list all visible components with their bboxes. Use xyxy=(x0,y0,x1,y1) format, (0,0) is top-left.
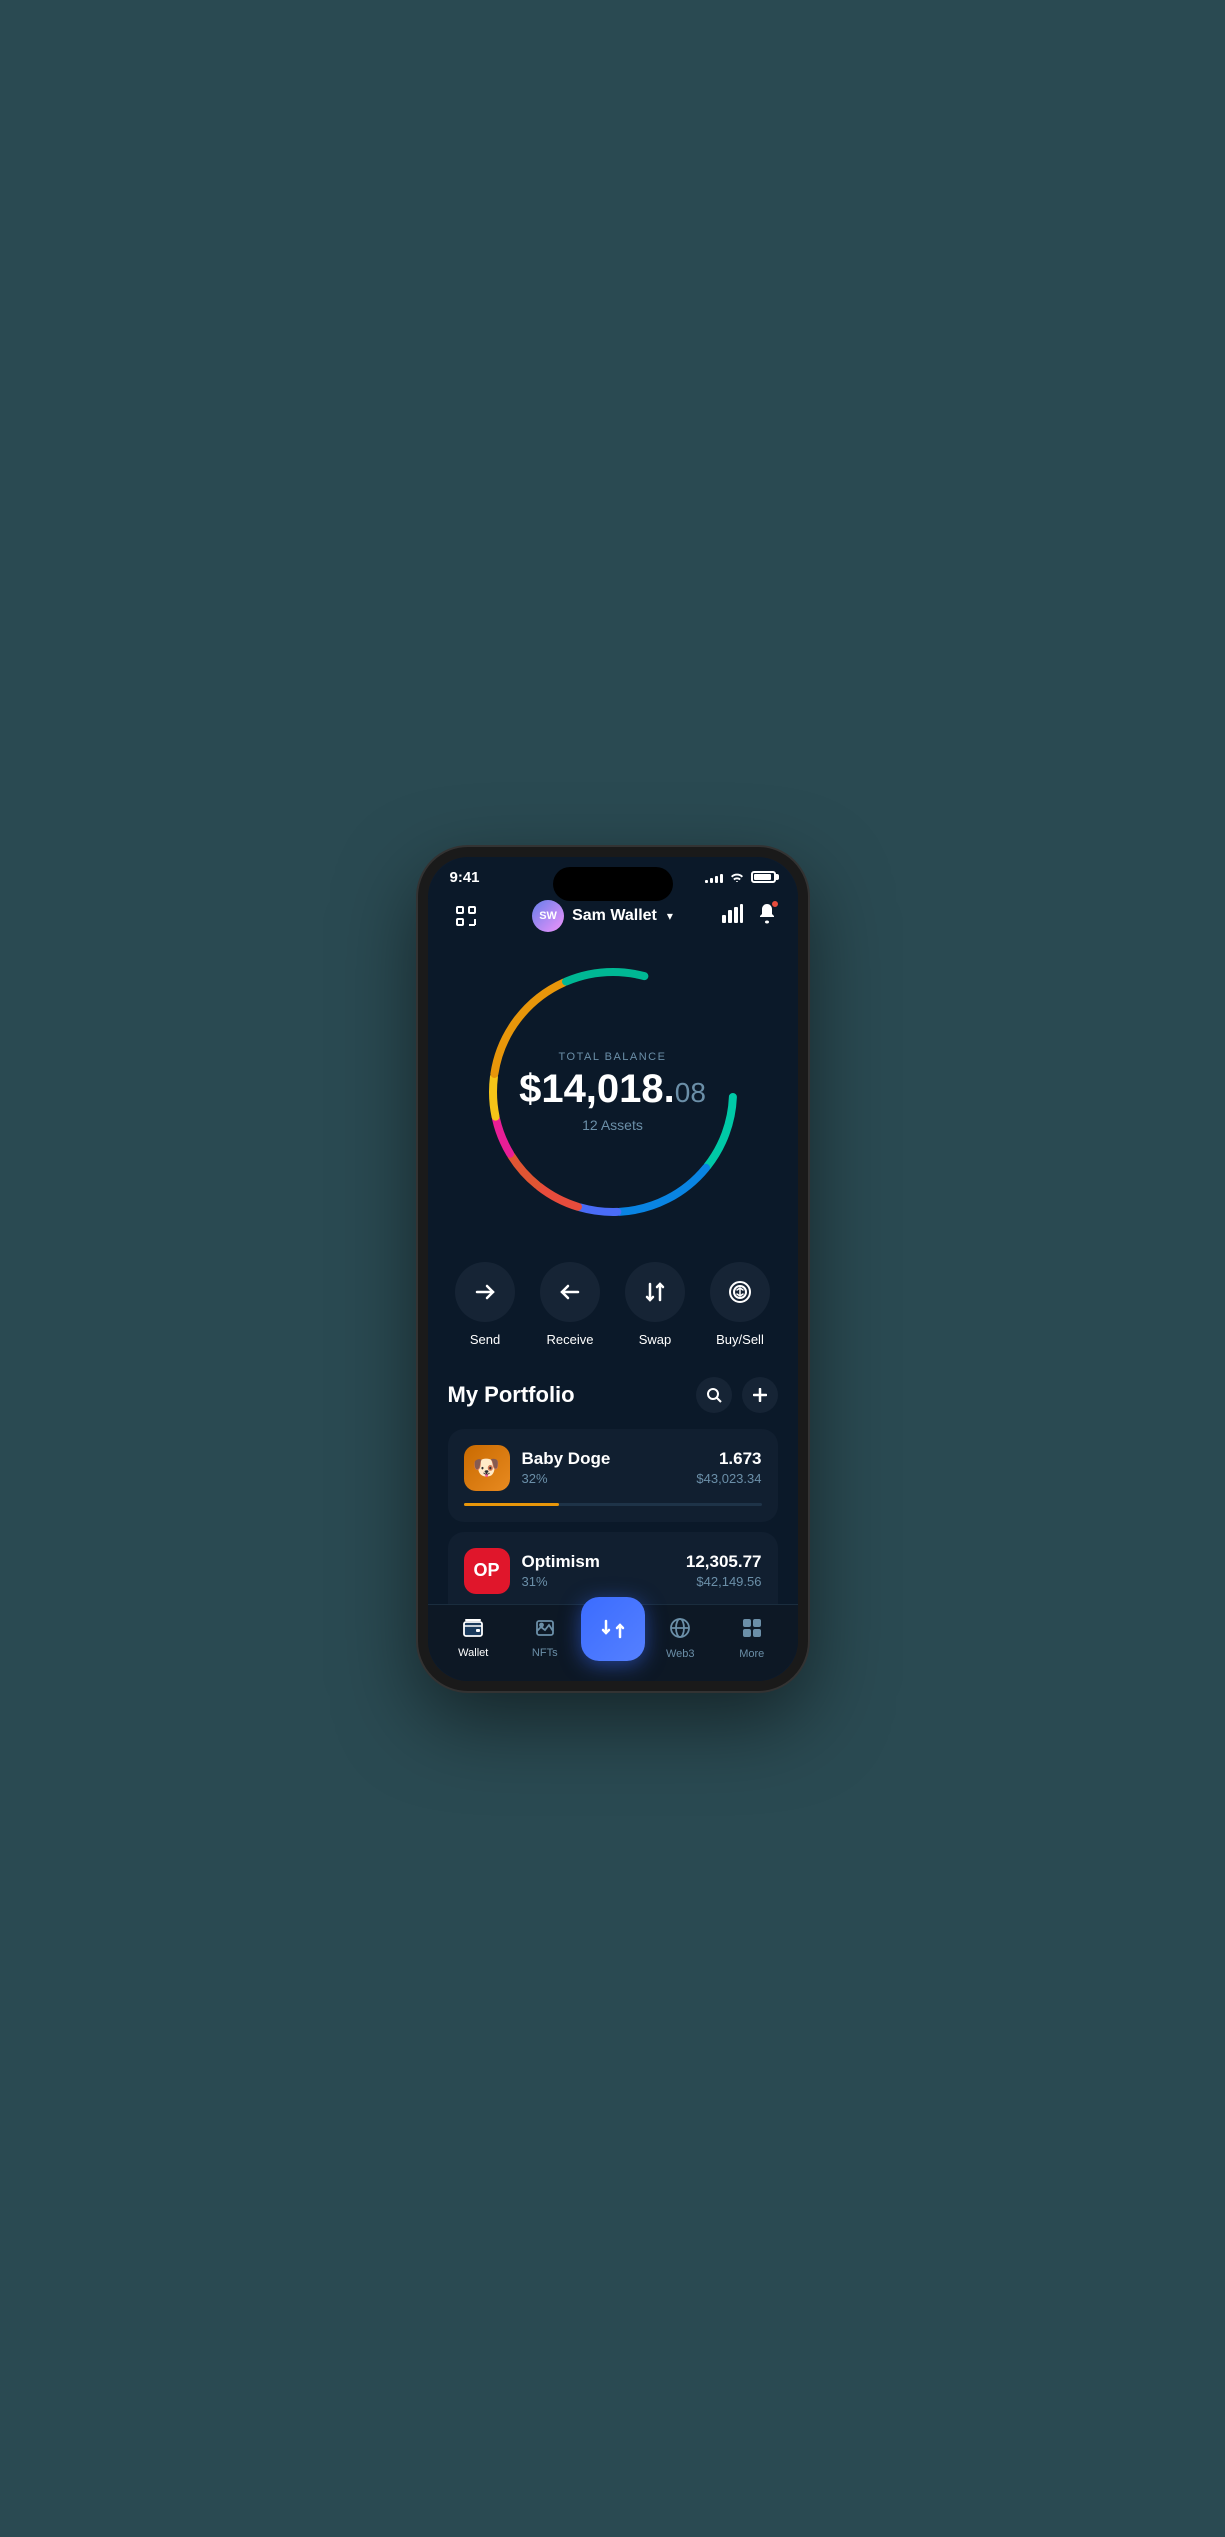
dynamic-island xyxy=(553,867,673,901)
swap-label: Swap xyxy=(639,1332,672,1347)
web3-nav-label: Web3 xyxy=(666,1648,695,1660)
babydoge-progress-bar xyxy=(464,1503,559,1506)
optimism-amount: 12,305.77 xyxy=(686,1552,762,1572)
assets-count: 12 Assets xyxy=(519,1117,706,1133)
babydoge-percent: 32% xyxy=(522,1471,611,1486)
wallet-nav-icon xyxy=(462,1618,484,1643)
send-button[interactable]: Send xyxy=(448,1262,523,1347)
chevron-down-icon: ▾ xyxy=(667,909,673,923)
swap-center-button[interactable] xyxy=(581,1597,645,1661)
optimism-percent: 31% xyxy=(522,1574,600,1589)
babydoge-icon: 🐶 xyxy=(464,1445,510,1491)
babydoge-amount: 1.673 xyxy=(696,1449,761,1469)
receive-button[interactable]: Receive xyxy=(533,1262,608,1347)
receive-label: Receive xyxy=(547,1332,594,1347)
portfolio-add-button[interactable] xyxy=(742,1377,778,1413)
optimism-usd: $42,149.56 xyxy=(686,1574,762,1589)
nav-more[interactable]: More xyxy=(716,1617,788,1660)
wallet-name: Sam Wallet xyxy=(572,907,657,925)
balance-section: TOTAL BALANCE $14,018. 08 12 Assets xyxy=(428,942,798,1252)
buysell-label: Buy/Sell xyxy=(716,1332,764,1347)
notification-badge xyxy=(771,900,779,908)
phone-screen: 9:41 xyxy=(428,857,798,1681)
status-icons xyxy=(705,869,776,885)
optimism-name: Optimism xyxy=(522,1552,600,1572)
swap-button[interactable]: Swap xyxy=(618,1262,693,1347)
action-buttons: Send Receive xyxy=(428,1252,798,1367)
battery-icon xyxy=(751,871,776,883)
nfts-nav-icon xyxy=(534,1618,556,1643)
babydoge-name: Baby Doge xyxy=(522,1449,611,1469)
portfolio-actions xyxy=(696,1377,778,1413)
web3-nav-icon xyxy=(669,1617,691,1644)
bottom-nav: Wallet NFTs xyxy=(428,1604,798,1681)
avatar: SW xyxy=(532,900,564,932)
portfolio-section: My Portfolio xyxy=(428,1367,798,1604)
asset-card-babydoge[interactable]: 🐶 Baby Doge 32% 1.673 $43,023.34 xyxy=(448,1429,778,1522)
charts-button[interactable] xyxy=(721,903,743,929)
more-nav-icon xyxy=(741,1617,763,1644)
nav-nfts[interactable]: NFTs xyxy=(509,1618,581,1659)
nfts-nav-label: NFTs xyxy=(532,1647,558,1659)
optimism-icon: OP xyxy=(464,1548,510,1594)
babydoge-progress-container xyxy=(464,1503,762,1506)
nav-web3[interactable]: Web3 xyxy=(645,1617,717,1660)
balance-label: TOTAL BALANCE xyxy=(519,1051,706,1063)
asset-card-optimism[interactable]: OP Optimism 31% 12,305.77 $42,149.56 xyxy=(448,1532,778,1604)
buysell-button[interactable]: Buy/Sell xyxy=(703,1262,778,1347)
phone-frame: 9:41 xyxy=(418,847,808,1691)
babydoge-usd: $43,023.34 xyxy=(696,1471,761,1486)
nav-swap-center[interactable] xyxy=(581,1617,645,1661)
signal-icon xyxy=(705,871,723,883)
wallet-nav-label: Wallet xyxy=(458,1647,488,1659)
wifi-icon xyxy=(729,869,745,885)
status-time: 9:41 xyxy=(450,869,480,886)
scan-button[interactable] xyxy=(448,898,484,934)
nav-wallet[interactable]: Wallet xyxy=(438,1618,510,1659)
send-label: Send xyxy=(470,1332,500,1347)
notification-button[interactable] xyxy=(757,902,777,930)
more-nav-label: More xyxy=(739,1648,764,1660)
balance-center: TOTAL BALANCE $14,018. 08 12 Assets xyxy=(519,1051,706,1133)
portfolio-header: My Portfolio xyxy=(448,1377,778,1413)
portfolio-title: My Portfolio xyxy=(448,1382,575,1408)
portfolio-search-button[interactable] xyxy=(696,1377,732,1413)
balance-cents: 08 xyxy=(675,1077,706,1109)
balance-main: $14,018. xyxy=(519,1069,675,1109)
header-actions xyxy=(721,902,777,930)
balance-donut: TOTAL BALANCE $14,018. 08 12 Assets xyxy=(473,952,753,1232)
wallet-selector[interactable]: SW Sam Wallet ▾ xyxy=(532,900,673,932)
